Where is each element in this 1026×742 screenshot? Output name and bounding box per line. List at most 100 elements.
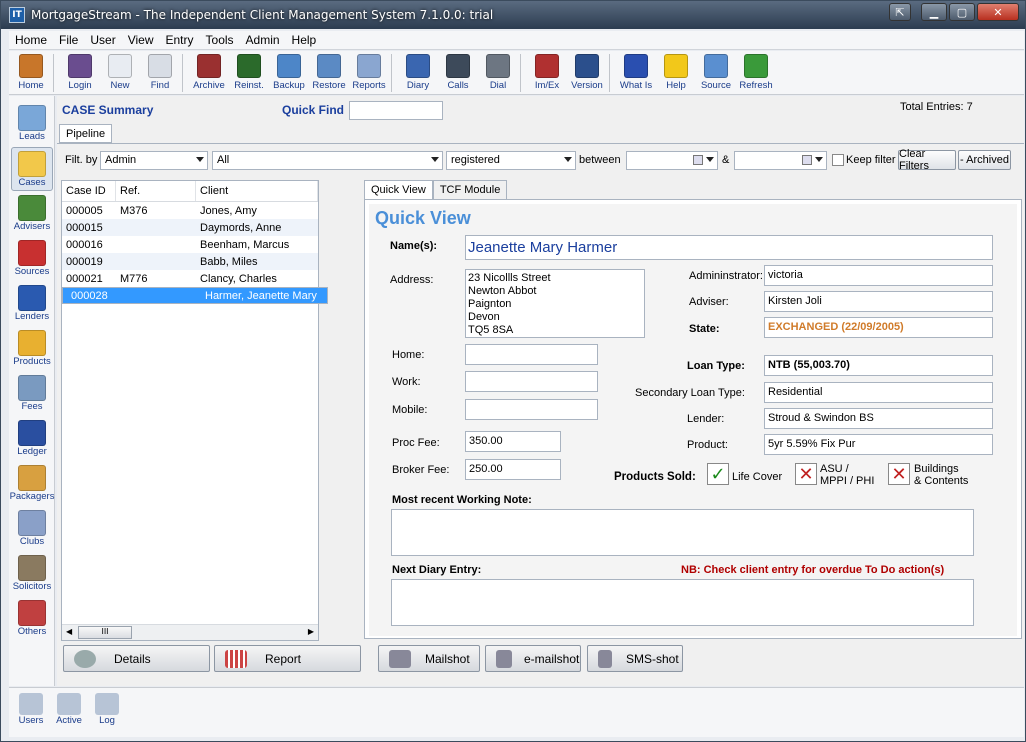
log-icon [95, 693, 119, 715]
state-field[interactable]: EXCHANGED (22/09/2005) [764, 317, 993, 338]
bottom-item-log[interactable]: Log [89, 691, 125, 735]
toolbar-reports-button[interactable]: Reports [352, 51, 386, 91]
table-row[interactable]: 000028 Harmer, Jeanette Mary [62, 287, 328, 304]
toolbar-whatis-button[interactable]: What Is [620, 51, 652, 91]
next-diary-field[interactable] [391, 579, 974, 626]
mailshot-button[interactable]: Mailshot [378, 645, 480, 672]
asu-cross-icon[interactable]: ✕ [795, 463, 817, 485]
menu-view[interactable]: View [122, 33, 160, 47]
filter-status-select[interactable]: registered [446, 151, 576, 170]
working-note-field[interactable] [391, 509, 974, 556]
toolbar-restore-button[interactable]: Restore [312, 51, 346, 91]
table-row[interactable]: 000015 Daymords, Anne [62, 219, 318, 236]
scroll-right-icon[interactable]: ▶ [308, 627, 314, 636]
administrator-field[interactable]: victoria [764, 265, 993, 286]
clear-filters-button[interactable]: Clear Filters [898, 148, 956, 172]
home-phone-field[interactable] [465, 344, 598, 365]
bottom-item-active[interactable]: Active [51, 691, 87, 735]
toolbar-login-button[interactable]: Login [64, 51, 96, 91]
restore-small-icon[interactable]: ⇱ [889, 3, 911, 21]
toolbar-diary-button[interactable]: Diary [402, 51, 434, 91]
toolbar-calls-button[interactable]: Calls [442, 51, 474, 91]
toolbar-archive-button[interactable]: Archive [193, 51, 225, 91]
emailshot-button[interactable]: e-mailshot [485, 645, 581, 672]
chevron-down-icon [815, 157, 823, 162]
filter-admin-select[interactable]: Admin [100, 151, 208, 170]
adviser-field[interactable]: Kirsten Joli [764, 291, 993, 312]
toolbar-dial-button[interactable]: Dial [482, 51, 514, 91]
tab-quick-view[interactable]: Quick View [364, 180, 433, 199]
scroll-left-icon[interactable]: ◀ [66, 627, 72, 636]
quick-find-input[interactable] [349, 101, 443, 120]
column-header-case-id[interactable]: Case ID [62, 181, 116, 201]
menu-file[interactable]: File [53, 33, 84, 47]
product-field[interactable]: 5yr 5.59% Fix Pur [764, 434, 993, 455]
toolbar-refresh-button[interactable]: Refresh [739, 51, 773, 91]
details-button[interactable]: Details [63, 645, 210, 672]
horizontal-scrollbar[interactable]: ◀ III ▶ [62, 624, 318, 640]
date-to-picker[interactable] [734, 151, 827, 170]
keep-filter-checkbox[interactable] [832, 154, 844, 166]
sidebar-item-fees[interactable]: Fees [11, 372, 53, 416]
broker-fee-field[interactable]: 250.00 [465, 459, 561, 480]
life-cover-check-icon[interactable]: ✓ [707, 463, 729, 485]
table-row[interactable]: 000019 Babb, Miles [62, 253, 318, 270]
overdue-warning: NB: Check client entry for overdue To Do… [681, 564, 945, 576]
sidebar-item-clubs[interactable]: Clubs [11, 507, 53, 551]
toolbar-backup-button[interactable]: Backup [273, 51, 305, 91]
toolbar-label: Find [150, 80, 170, 91]
sidebar-item-others[interactable]: Others [11, 597, 53, 641]
menu-help[interactable]: Help [286, 33, 323, 47]
filter-all-select[interactable]: All [212, 151, 443, 170]
toolbar-version-button[interactable]: Version [571, 51, 603, 91]
column-header-client[interactable]: Client [196, 181, 318, 201]
archived-button[interactable]: - Archived [958, 150, 1011, 170]
proc-fee-field[interactable]: 350.00 [465, 431, 561, 452]
toolbar-help-button[interactable]: Help [660, 51, 692, 91]
menu-tools[interactable]: Tools [200, 33, 240, 47]
toolbar-new-button[interactable]: New [104, 51, 136, 91]
sidebar-item-products[interactable]: Products [11, 327, 53, 371]
report-button[interactable]: Report [214, 645, 361, 672]
toolbar-home-button[interactable]: Home [15, 51, 47, 91]
administrator-label: Admininstrator: [689, 270, 763, 282]
bottom-item-label: Users [18, 715, 44, 726]
sidebar-item-ledger[interactable]: Ledger [11, 417, 53, 461]
maximize-button[interactable]: ▢ [949, 3, 975, 21]
toolbar-find-button[interactable]: Find [144, 51, 176, 91]
sidebar-item-leads[interactable]: Leads [11, 102, 53, 146]
menu-entry[interactable]: Entry [160, 33, 200, 47]
close-button[interactable]: ✕ [977, 3, 1019, 21]
menu-home[interactable]: Home [9, 33, 53, 47]
buildings-cross-icon[interactable]: ✕ [888, 463, 910, 485]
loan-type-field[interactable]: NTB (55,003.70) [764, 355, 993, 376]
tab-tcf-module[interactable]: TCF Module [432, 180, 508, 199]
mobile-field[interactable] [465, 399, 598, 420]
address-field[interactable]: 23 Nicollls Street Newton Abbot Paignton De… [465, 269, 645, 338]
sidebar-item-sources[interactable]: Sources [11, 237, 53, 281]
secondary-loan-type-field[interactable]: Residential [764, 382, 993, 403]
work-phone-field[interactable] [465, 371, 598, 392]
bottom-item-users[interactable]: Users [13, 691, 49, 735]
minimize-button[interactable]: ▁ [921, 3, 947, 21]
menu-admin[interactable]: Admin [240, 33, 286, 47]
scroll-thumb[interactable]: III [78, 626, 132, 639]
tab-pipeline[interactable]: Pipeline [59, 124, 113, 143]
table-row[interactable]: 000005 M376 Jones, Amy [62, 202, 318, 219]
toolbar-source-button[interactable]: Source [700, 51, 732, 91]
sidebar-item-cases[interactable]: Cases [11, 147, 53, 191]
smsshot-button[interactable]: SMS-shot [587, 645, 683, 672]
menu-user[interactable]: User [84, 33, 121, 47]
sidebar-item-advisers[interactable]: Advisers [11, 192, 53, 236]
column-header-ref[interactable]: Ref. [116, 181, 196, 201]
sidebar-item-lenders[interactable]: Lenders [11, 282, 53, 326]
date-from-picker[interactable] [626, 151, 718, 170]
toolbar-imex-button[interactable]: Im/Ex [531, 51, 563, 91]
table-row[interactable]: 000016 Beenham, Marcus [62, 236, 318, 253]
toolbar-reinst-button[interactable]: Reinst. [233, 51, 265, 91]
lender-field[interactable]: Stroud & Swindon BS [764, 408, 993, 429]
sidebar-item-packagers[interactable]: Packagers [10, 462, 54, 506]
client-name-field[interactable]: Jeanette Mary Harmer [465, 235, 993, 260]
sidebar-item-solicitors[interactable]: Solicitors [11, 552, 53, 596]
table-row[interactable]: 000021 M776 Clancy, Charles [62, 270, 318, 287]
